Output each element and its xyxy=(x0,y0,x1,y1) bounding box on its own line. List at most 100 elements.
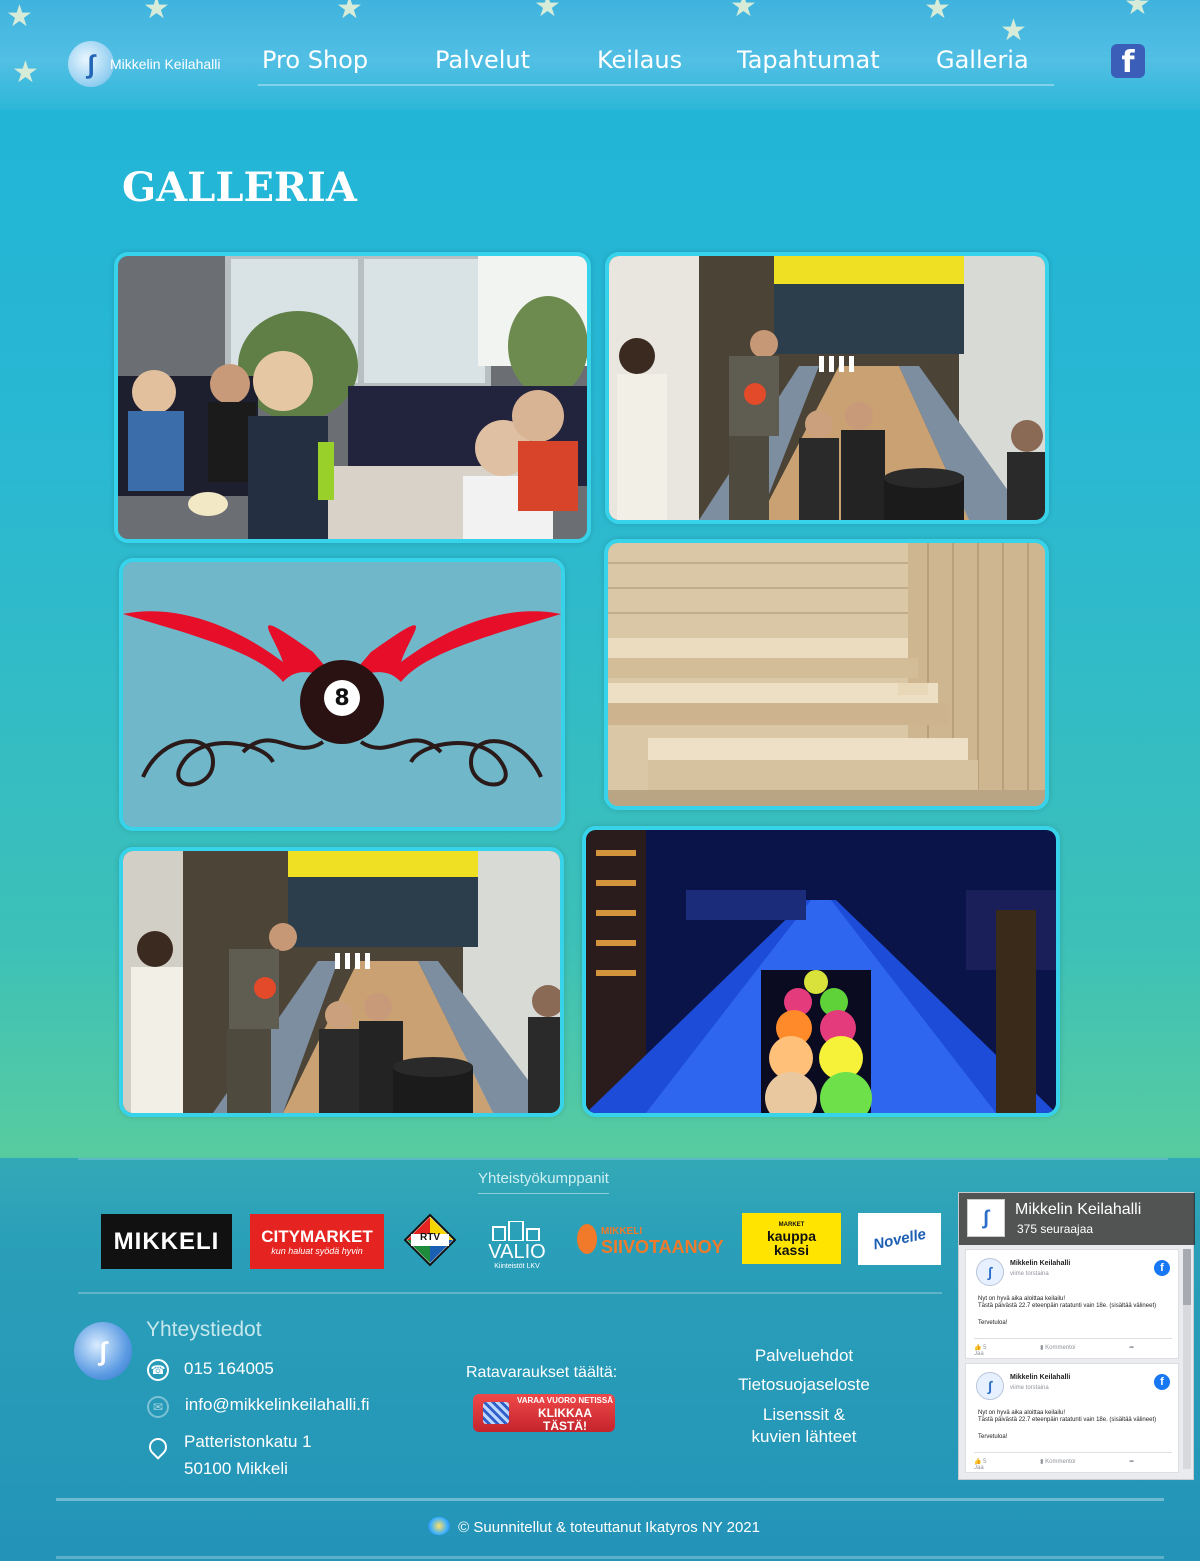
contact-title: Yhteystiedot xyxy=(146,1318,262,1341)
post-welcome: Tervetuloa! xyxy=(978,1434,1008,1440)
footer-divider xyxy=(78,1158,1168,1160)
star-icon: ★ xyxy=(143,0,170,25)
nav-palvelut[interactable]: Palvelut xyxy=(435,46,530,74)
link-privacy[interactable]: Tietosuojaseloste xyxy=(714,1375,894,1395)
comment-label: Kommentoi xyxy=(1045,1345,1076,1351)
gallery-photo[interactable] xyxy=(119,847,564,1117)
comment-button[interactable]: ▮ Kommentoi xyxy=(1040,1459,1101,1465)
partner-mikkeli-label: MIKKELI xyxy=(113,1227,220,1255)
site-logo[interactable]: ∫ Mikkelin Keilahalli xyxy=(68,38,228,90)
post-text-line1: Nyt on hyvä aika aloittaa keilailu! xyxy=(978,1296,1066,1302)
partner-kauppakassi-logo[interactable]: MARKET kauppa kassi xyxy=(742,1213,841,1264)
star-icon: ★ xyxy=(336,0,363,25)
ikatyros-logo-icon xyxy=(428,1517,450,1535)
link-licenses-line2: kuvien lähteet xyxy=(751,1427,857,1446)
post-text: Nyt on hyvä aika aloittaa keilailu! Täst… xyxy=(978,1296,1174,1310)
post-time: viime torstaina xyxy=(1010,1385,1049,1391)
logo-text: Mikkelin Keilahalli xyxy=(110,56,221,72)
post-text-line1: Nyt on hyvä aika aloittaa keilailu! xyxy=(978,1410,1066,1416)
fb-widget-header[interactable]: ∫ Mikkelin Keilahalli 375 seuraajaa xyxy=(959,1193,1195,1245)
contact-logo-icon: ∫ xyxy=(74,1322,132,1380)
bowling-lane-kids-photo xyxy=(609,256,1045,520)
star-icon: ★ xyxy=(1000,14,1027,47)
star-icon: ★ xyxy=(924,0,951,25)
contact-phone[interactable]: 015 164005 xyxy=(184,1359,274,1379)
link-licenses-line1: Lisenssit & xyxy=(762,1405,846,1424)
partner-novelle-logo[interactable]: Novelle xyxy=(858,1213,941,1265)
contact-address: Patteristonkatu 1 50100 Mikkeli xyxy=(184,1428,312,1482)
copyright-text: © Suunnitellut & toteuttanut Ikatyros NY… xyxy=(458,1519,760,1536)
partner-citymarket-logo[interactable]: CITYMARKET kun haluat syödä hyvin xyxy=(250,1214,384,1269)
comment-button[interactable]: ▮ Kommentoi xyxy=(1040,1345,1101,1351)
post-author[interactable]: Mikkelin Keilahalli xyxy=(1010,1260,1070,1267)
contact-email[interactable]: info@mikkelinkeilahalli.fi xyxy=(185,1395,370,1415)
link-terms[interactable]: Palveluehdot xyxy=(714,1346,894,1366)
facebook-icon[interactable]: f xyxy=(1154,1260,1170,1276)
post-actions: 👍 5 ▮ Kommentoi ➦ Jaa xyxy=(974,1452,1172,1471)
partner-valio-sub: Kiinteistöt LKV xyxy=(494,1263,540,1270)
phone-icon: ☎ xyxy=(147,1359,169,1381)
fb-page-name[interactable]: Mikkelin Keilahalli xyxy=(1015,1201,1141,1219)
share-label: Jaa xyxy=(974,1465,984,1471)
partner-siivotaan-label: SIIVOTAANOY xyxy=(601,1236,724,1257)
footer-separator xyxy=(78,1292,942,1294)
star-icon: ★ xyxy=(1124,0,1151,21)
partner-mikkeli-logo[interactable]: MIKKELI xyxy=(101,1214,232,1269)
partner-citymarket-tagline: kun haluat syödä hyvin xyxy=(271,1246,363,1256)
valio-buildings-icon xyxy=(492,1221,540,1241)
nav-underline xyxy=(258,84,1054,86)
fb-post: ∫ Mikkelin Keilahalli viime torstaina f … xyxy=(965,1249,1179,1359)
post-welcome: Tervetuloa! xyxy=(978,1320,1008,1326)
post-time: viime torstaina xyxy=(1010,1271,1049,1277)
link-licenses[interactable]: Lisenssit & kuvien lähteet xyxy=(714,1404,894,1448)
winged-eight-ball-logo: 8 xyxy=(123,562,561,827)
gallery-photo[interactable] xyxy=(605,252,1049,524)
booking-button-line2: KLIKKAA TÄSTÄ! xyxy=(538,1405,592,1433)
fb-followers: 375 seuraajaa xyxy=(1017,1222,1094,1236)
facebook-icon[interactable]: f xyxy=(1154,1374,1170,1390)
fb-widget-scrollbar[interactable] xyxy=(1183,1249,1191,1469)
share-label: Jaa xyxy=(974,1351,984,1357)
address-line-1: Patteristonkatu 1 xyxy=(184,1432,312,1451)
nav-galleria[interactable]: Galleria xyxy=(936,46,1029,74)
partner-citymarket-label: CITYMARKET xyxy=(261,1227,373,1246)
booking-label: Ratavaraukset täältä: xyxy=(466,1364,618,1381)
site-header: ★ ★ ★ ★ ★ ★ ★ ★ ★ ∫ Mikkelin Keilahalli … xyxy=(0,0,1200,110)
post-author[interactable]: Mikkelin Keilahalli xyxy=(1010,1374,1070,1381)
nav-tapahtumat[interactable]: Tapahtumat xyxy=(737,46,880,74)
svg-text:8: 8 xyxy=(334,686,349,711)
post-avatar: ∫ xyxy=(976,1258,1004,1286)
partner-valio-logo[interactable]: VALIO Kiinteistöt LKV xyxy=(480,1210,554,1270)
fb-page-avatar: ∫ xyxy=(967,1199,1005,1237)
kids-at-table-photo xyxy=(118,256,587,539)
partner-novelle-label: Novelle xyxy=(871,1225,928,1253)
gallery-photo[interactable] xyxy=(604,539,1049,810)
post-avatar: ∫ xyxy=(976,1372,1004,1400)
partner-siivotaan-logo[interactable]: MIKKELI SIIVOTAANOY xyxy=(575,1218,724,1264)
partners-title: Yhteistyökumppanit xyxy=(478,1170,609,1194)
booking-button-text: VARAA VUORO NETISSÄ KLIKKAA TÄSTÄ! xyxy=(515,1394,615,1433)
star-icon: ★ xyxy=(730,0,757,23)
partner-kauppakassi-label: kauppa kassi xyxy=(766,1227,816,1258)
scrollbar-thumb[interactable] xyxy=(1183,1249,1191,1305)
facebook-icon[interactable]: f xyxy=(1111,44,1145,80)
partner-rtv-logo[interactable]: RTV xyxy=(403,1213,457,1267)
fb-post: ∫ Mikkelin Keilahalli viime torstaina f … xyxy=(965,1363,1179,1473)
logo-mark-icon: ∫ xyxy=(68,41,114,87)
gallery-photo[interactable]: 8 xyxy=(119,558,565,831)
facebook-page-widget: ∫ Mikkelin Keilahalli 375 seuraajaa ∫ Mi… xyxy=(958,1192,1195,1480)
booking-button[interactable]: VARAA VUORO NETISSÄ KLIKKAA TÄSTÄ! xyxy=(473,1394,615,1432)
comment-label: Kommentoi xyxy=(1045,1459,1076,1465)
blacklight-lanes-photo xyxy=(586,830,1056,1113)
nav-keilaus[interactable]: Keilaus xyxy=(597,46,682,74)
email-icon: ✉ xyxy=(147,1396,169,1418)
gallery-photo[interactable] xyxy=(582,826,1060,1117)
gallery-photo[interactable] xyxy=(114,252,591,543)
bowling-lane-kids-photo-2 xyxy=(123,851,560,1113)
post-actions: 👍 5 ▮ Kommentoi ➦ Jaa xyxy=(974,1338,1172,1357)
copyright: © Suunnitellut & toteuttanut Ikatyros NY… xyxy=(428,1517,760,1536)
post-text-line2: Tästä päivästä 22.7 eteenpäin ratatunti … xyxy=(978,1303,1157,1309)
nav-pro-shop[interactable]: Pro Shop xyxy=(262,46,368,74)
sauna-photo xyxy=(608,543,1045,806)
address-line-2: 50100 Mikkeli xyxy=(184,1459,288,1478)
